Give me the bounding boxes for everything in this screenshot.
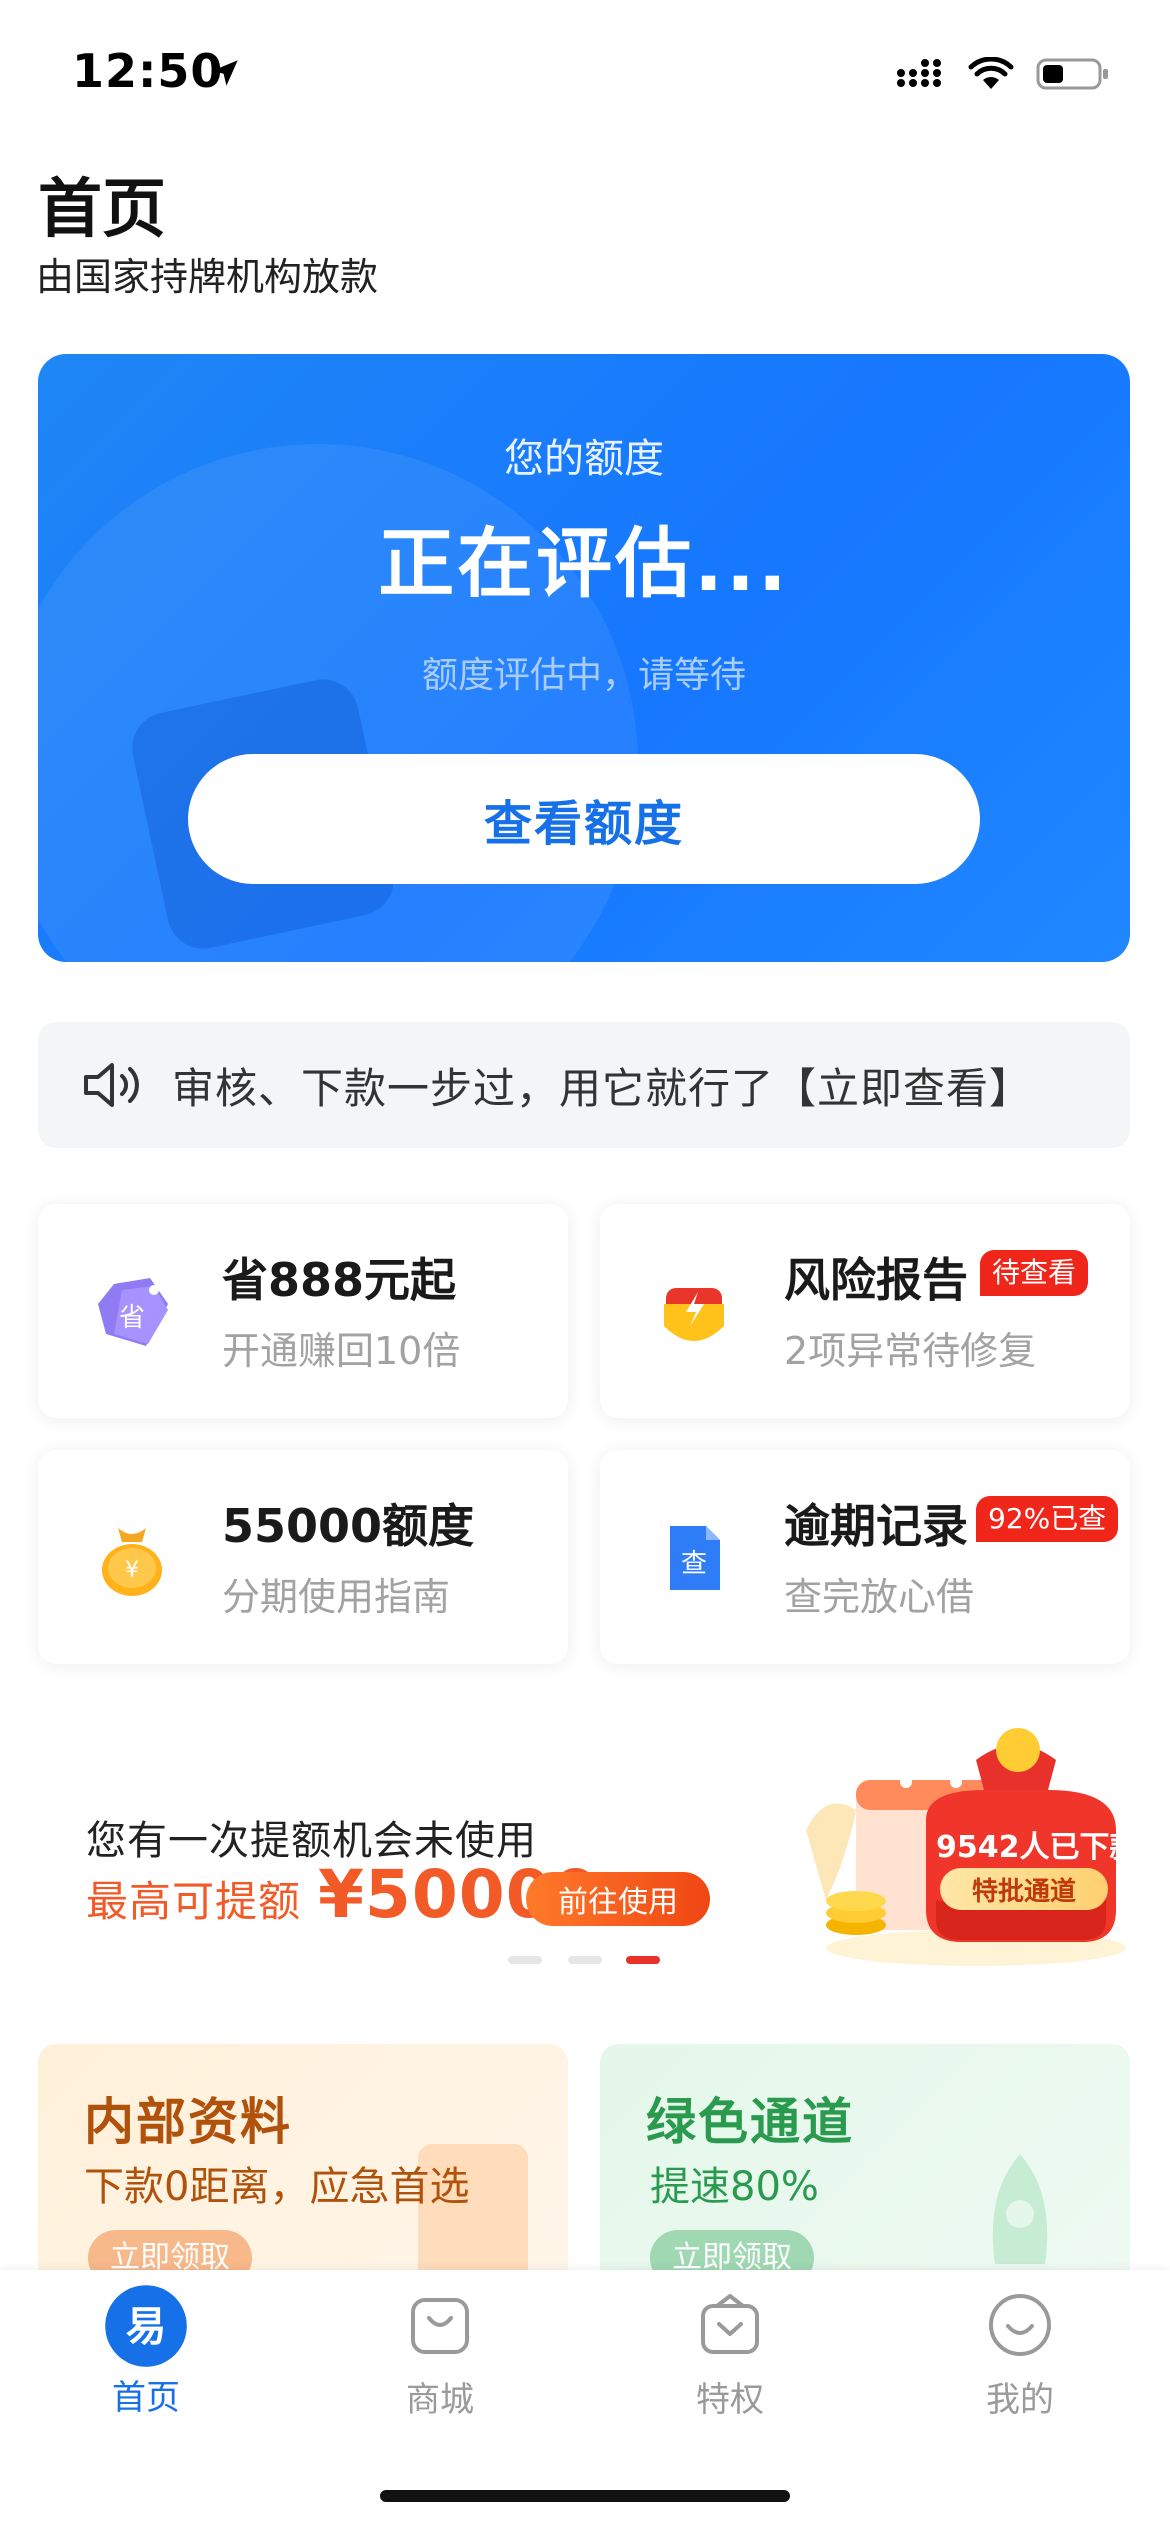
- speaker-icon: [84, 1063, 139, 1107]
- svg-text:易: 易: [126, 2302, 167, 2350]
- feature-card-discount[interactable]: 省 省888元起 开通赚回10倍: [38, 1204, 568, 1418]
- status-time: 12:50: [72, 44, 224, 98]
- feature-card-quota-guide[interactable]: ¥ 55000额度 分期使用指南: [38, 1450, 568, 1664]
- notice-bar[interactable]: 审核、下款一步过，用它就行了【立即查看】: [38, 1022, 1130, 1148]
- feature-title: 省888元起: [222, 1253, 457, 1307]
- tab-label: 特权: [696, 2380, 764, 2420]
- home-logo-icon: 易: [105, 2285, 187, 2367]
- tab-profile[interactable]: 我的: [940, 2290, 1100, 2440]
- tab-privilege[interactable]: 特权: [650, 2290, 810, 2440]
- status-badge: 待查看: [980, 1250, 1089, 1296]
- green-channel-card[interactable]: 绿色通道 提速80% 立即领取: [600, 2044, 1130, 2304]
- tab-label: 首页: [112, 2378, 180, 2418]
- quota-label: 您的额度: [504, 436, 664, 482]
- shield-icon: [664, 1288, 724, 1341]
- wifi-icon: [968, 57, 1014, 89]
- home-indicator: [380, 2490, 790, 2502]
- card-subtitle: 提速80%: [650, 2164, 819, 2210]
- location-arrow-icon: [212, 60, 238, 86]
- battery-icon: [1036, 58, 1108, 90]
- carousel-dot[interactable]: [508, 1956, 542, 1964]
- cellular-signal-icon: [897, 59, 941, 87]
- feature-title: 逾期记录: [784, 1499, 968, 1553]
- svg-text:¥: ¥: [125, 1558, 139, 1583]
- tab-mall[interactable]: 商城: [360, 2290, 520, 2440]
- quota-status: 正在评估...: [378, 519, 790, 608]
- card-title: 绿色通道: [646, 2093, 854, 2151]
- feature-subtitle: 查完放心借: [784, 1575, 975, 1619]
- feature-title: 风险报告: [784, 1253, 968, 1307]
- internal-materials-card[interactable]: 内部资料 下款0距离，应急首选 立即领取: [38, 2044, 568, 2304]
- carousel-dot[interactable]: [568, 1956, 602, 1964]
- shopping-bag-icon: [411, 2298, 469, 2354]
- feature-subtitle: 2项异常待修复: [784, 1329, 1037, 1373]
- carousel-dot-active[interactable]: [626, 1956, 660, 1964]
- document-icon: 查: [670, 1526, 720, 1590]
- notice-text: 审核、下款一步过，用它就行了【立即查看】: [172, 1063, 1033, 1113]
- svg-text:查: 查: [681, 1549, 707, 1579]
- status-icons: [896, 52, 1110, 96]
- view-quota-button[interactable]: 查看额度: [188, 754, 980, 884]
- tab-home[interactable]: 易 首页: [66, 2285, 226, 2440]
- card-title: 内部资料: [84, 2093, 292, 2151]
- quota-card: 您的额度 正在评估... 额度评估中，请等待 查看额度: [38, 354, 1130, 962]
- promo-max-label: 最高可提额: [86, 1877, 302, 1926]
- status-badge: 92%已查: [976, 1496, 1119, 1542]
- page-title: 首页: [38, 173, 166, 247]
- money-bag-icon: ¥: [102, 1528, 162, 1596]
- feature-card-risk-report[interactable]: 风险报告 待查看 2项异常待修复: [600, 1204, 1130, 1418]
- feature-subtitle: 开通赚回10倍: [222, 1329, 461, 1373]
- page-subtitle: 由国家持牌机构放款: [36, 255, 379, 299]
- tab-label: 商城: [406, 2380, 474, 2420]
- privilege-icon: [701, 2294, 759, 2354]
- tab-label: 我的: [986, 2380, 1054, 2420]
- discount-tag-icon: 省: [98, 1278, 168, 1346]
- go-use-button[interactable]: 前往使用: [526, 1872, 710, 1926]
- card-subtitle: 下款0距离，应急首选: [84, 2164, 470, 2210]
- quota-hint: 额度评估中，请等待: [421, 655, 746, 696]
- svg-text:省: 省: [119, 1303, 145, 1333]
- profile-smile-icon: [989, 2294, 1051, 2356]
- feature-title: 55000额度: [222, 1499, 475, 1553]
- feature-card-overdue-record[interactable]: 查 逾期记录 92%已查 查完放心借: [600, 1450, 1130, 1664]
- promo-tag[interactable]: 特批通道: [940, 1868, 1108, 1910]
- feature-subtitle: 分期使用指南: [222, 1575, 451, 1619]
- promo-count: 9542人已下款: [936, 1830, 1140, 1865]
